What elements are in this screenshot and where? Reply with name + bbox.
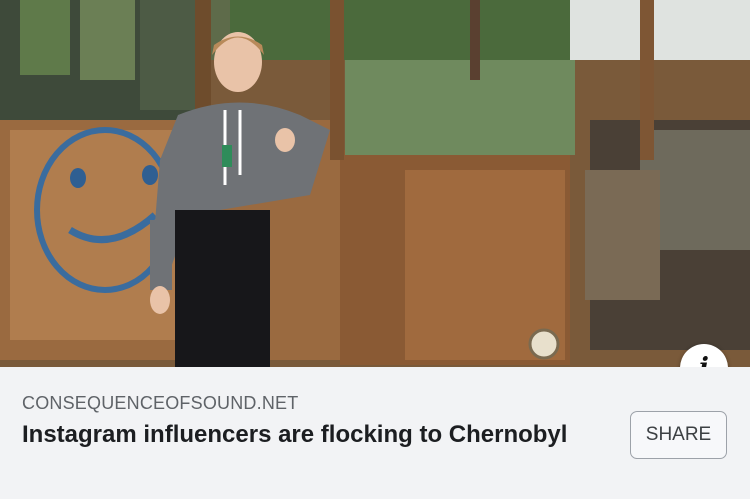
link-preview-meta[interactable]: CONSEQUENCEOFSOUND.NET Instagram influen… (0, 367, 750, 499)
abandoned-bus-photo (0, 0, 750, 367)
headline[interactable]: Instagram influencers are flocking to Ch… (22, 419, 582, 450)
info-icon: i (699, 355, 709, 367)
link-preview-card[interactable]: i CONSEQUENCEOFSOUND.NET Instagram influ… (0, 0, 750, 499)
share-button[interactable]: SHARE (630, 411, 727, 459)
preview-image[interactable]: i (0, 0, 750, 367)
source-domain: CONSEQUENCEOFSOUND.NET (22, 393, 299, 413)
